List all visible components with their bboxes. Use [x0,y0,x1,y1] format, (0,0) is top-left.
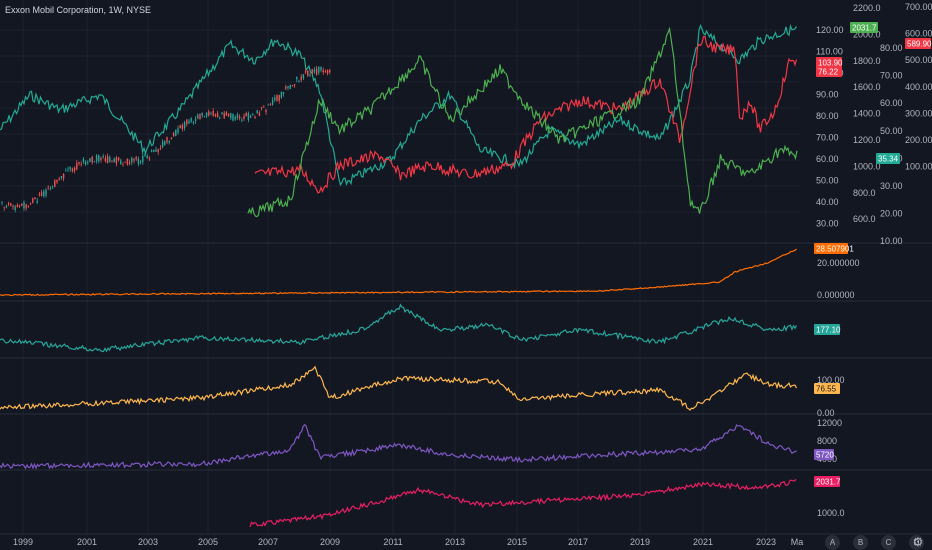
magenta-indicator-line [249,478,797,528]
teal-series-line [0,23,798,187]
time-axis-label: 2021 [693,537,713,547]
axis-label: 100.00 [905,162,932,172]
scale-button-c[interactable]: C [881,535,896,550]
axis-label: 50.00 [880,126,903,136]
teal-indicator-line [0,303,798,353]
axis-label: 90.00 [816,90,839,100]
axis-label: 1800.0 [853,56,881,66]
orange-indicator-line [0,248,797,297]
axis-label: 0.000000 [817,290,855,300]
green-price-tag-text: 2031.7 [852,24,877,33]
close-price-tag-text: 76.22 [818,68,839,77]
axis-label: 60.00 [816,154,839,164]
axis-label: 40.00 [816,197,839,207]
time-axis-label: 2011 [383,537,402,547]
axis-label: 60.00 [880,98,903,108]
axis-label: 120.00 [816,25,844,35]
axis-label: 10.00 [880,236,903,246]
teal-price-tag-text: 35.34 [878,155,899,164]
axis-label: 0.00 [817,408,835,418]
price-candles [1,65,331,213]
axis-label: 1400.0 [853,109,881,119]
time-axis-label: 2023 [756,537,776,547]
time-axis-label: 2015 [507,537,527,547]
axis-label: 50.00 [816,176,839,186]
axis-label: 500.00 [905,55,932,65]
axis-label: 20.000000 [817,258,860,268]
scale-button-a[interactable]: A [825,535,840,550]
axis-label: 600.0 [853,214,876,224]
axis-label: 700.00 [905,2,932,12]
axis-label: 1600.0 [853,82,881,92]
pane-separators [0,242,932,535]
purple-indicator-line [0,423,797,470]
axis-label: 300.00 [905,108,932,118]
time-axis-label: 2003 [138,537,158,547]
time-axis-label: 2001 [77,537,97,547]
main-pane[interactable] [0,23,798,218]
axis-label: 200.00 [905,135,932,145]
teal-indicator-tag-text: 177.10 [816,326,841,335]
axis-label: 30.00 [816,219,839,229]
time-axis[interactable]: 1999 2001 2003 2005 2007 2009 2011 2013 2015 2017… [13,537,803,547]
time-axis-label: 1999 [13,537,33,547]
yellow-indicator-tag-text: 76.55 [816,385,837,394]
axis-label: 1200.0 [853,135,881,145]
time-axis-label: 2013 [445,537,465,547]
price-axes: 120.00 110.00 100.00 90.00 80.00 70.00 60.00 50… [816,2,932,518]
chart-title: Exxon Mobil Corporation, 1W, NYSE [5,5,151,15]
time-axis-label: 2007 [258,537,278,547]
scale-button-b[interactable]: B [853,535,868,550]
axis-label: 600.00 [905,29,932,39]
time-axis-label: 2017 [568,537,588,547]
axis-label: 800.0 [853,188,876,198]
axis-label: 12000 [817,418,842,428]
time-axis-label: 2019 [630,537,650,547]
axis-label: 400.00 [905,82,932,92]
magenta-indicator-tag-text: 2031.7 [816,478,841,487]
chart-canvas[interactable]: Exxon Mobil Corporation, 1W, NYSE 120.00… [0,0,932,550]
axis-label: 8000 [817,436,837,446]
time-axis-label: Ma [791,537,804,547]
yellow-indicator-line [0,365,798,411]
axis-label: 70.00 [880,71,903,81]
settings-gear-icon[interactable]: ⚙ [910,534,926,550]
time-axis-label: 2005 [198,537,218,547]
grid-lines [0,0,800,534]
axis-label: 30.00 [880,181,903,191]
time-axis-label: 2009 [320,537,340,547]
axis-label: 2200.0 [853,3,881,13]
orange-price-tag-text: 28.507901 [816,245,854,254]
axis-label: 70.00 [816,133,839,143]
red-series-line [254,36,798,194]
axis-label: 1000.0 [817,508,845,518]
axis-label: 80.00 [880,43,903,53]
axis-label: 80.00 [816,111,839,121]
purple-indicator-tag-text: 5720 [816,451,834,460]
axis-label: 110.00 [816,47,843,57]
red-price-tag-text: 589.90 [907,40,932,49]
axis-label: 20.00 [880,209,903,219]
